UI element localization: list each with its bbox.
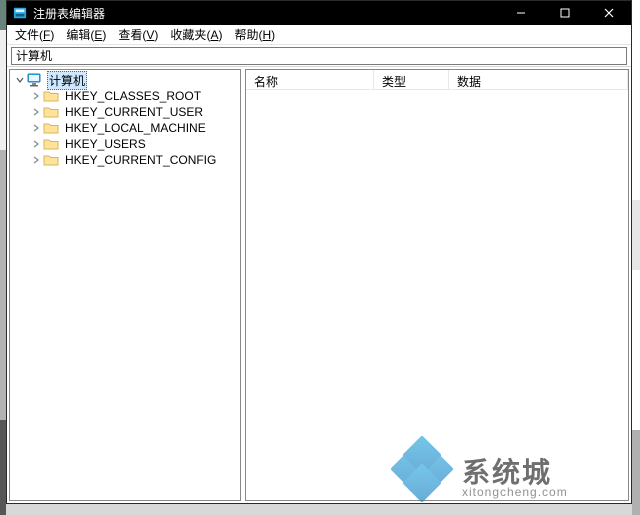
menu-help[interactable]: 帮助(H) bbox=[228, 24, 281, 45]
titlebar: 注册表编辑器 bbox=[7, 1, 631, 25]
tree-root[interactable]: 计算机 bbox=[10, 72, 240, 88]
list-body[interactable] bbox=[246, 90, 628, 500]
list-header: 名称 类型 数据 bbox=[246, 70, 628, 90]
tree-hive[interactable]: HKEY_USERS bbox=[26, 136, 240, 152]
maximize-button[interactable] bbox=[543, 1, 587, 25]
menu-edit[interactable]: 编辑(E) bbox=[60, 24, 112, 45]
app-icon bbox=[12, 5, 28, 21]
chevron-down-icon[interactable] bbox=[14, 74, 26, 86]
close-button[interactable] bbox=[587, 1, 631, 25]
registry-tree: 计算机 HKEY_CLASSES_ROOT HKEY_CURRENT_USER bbox=[10, 70, 240, 170]
tree-hive-label[interactable]: HKEY_CURRENT_CONFIG bbox=[63, 153, 218, 167]
minimize-button[interactable] bbox=[499, 1, 543, 25]
tree-pane[interactable]: 计算机 HKEY_CLASSES_ROOT HKEY_CURRENT_USER bbox=[9, 69, 241, 501]
address-input[interactable] bbox=[11, 47, 627, 65]
menubar: 文件(F) 编辑(E) 查看(V) 收藏夹(A) 帮助(H) bbox=[7, 25, 631, 45]
column-data[interactable]: 数据 bbox=[449, 70, 628, 89]
values-pane: 名称 类型 数据 bbox=[245, 69, 629, 501]
chevron-right-icon[interactable] bbox=[30, 122, 42, 134]
computer-icon bbox=[27, 73, 43, 87]
folder-icon bbox=[43, 153, 59, 167]
folder-icon bbox=[43, 105, 59, 119]
tree-hive-label[interactable]: HKEY_USERS bbox=[63, 137, 148, 151]
tree-hive[interactable]: HKEY_CURRENT_USER bbox=[26, 104, 240, 120]
tree-hive[interactable]: HKEY_LOCAL_MACHINE bbox=[26, 120, 240, 136]
window-title: 注册表编辑器 bbox=[33, 5, 105, 22]
menu-view[interactable]: 查看(V) bbox=[112, 24, 164, 45]
folder-icon bbox=[43, 89, 59, 103]
tree-hive[interactable]: HKEY_CLASSES_ROOT bbox=[26, 88, 240, 104]
column-type[interactable]: 类型 bbox=[374, 70, 449, 89]
chevron-right-icon[interactable] bbox=[30, 138, 42, 150]
regedit-window: 注册表编辑器 文件(F) 编辑(E) 查看(V) 收藏夹(A) 帮助(H) bbox=[6, 0, 632, 504]
chevron-right-icon[interactable] bbox=[30, 106, 42, 118]
tree-hive-label[interactable]: HKEY_CURRENT_USER bbox=[63, 105, 205, 119]
chevron-right-icon[interactable] bbox=[30, 154, 42, 166]
tree-hive-label[interactable]: HKEY_LOCAL_MACHINE bbox=[63, 121, 208, 135]
folder-icon bbox=[43, 137, 59, 151]
tree-root-children: HKEY_CLASSES_ROOT HKEY_CURRENT_USER HKEY… bbox=[10, 88, 240, 168]
client-area: 计算机 HKEY_CLASSES_ROOT HKEY_CURRENT_USER bbox=[7, 67, 631, 503]
menu-file[interactable]: 文件(F) bbox=[9, 24, 60, 45]
chevron-right-icon[interactable] bbox=[30, 90, 42, 102]
addressbar bbox=[7, 45, 631, 67]
column-name[interactable]: 名称 bbox=[246, 70, 374, 89]
menu-favorites[interactable]: 收藏夹(A) bbox=[164, 24, 228, 45]
tree-hive-label[interactable]: HKEY_CLASSES_ROOT bbox=[63, 89, 203, 103]
folder-icon bbox=[43, 121, 59, 135]
tree-root-label[interactable]: 计算机 bbox=[47, 71, 87, 90]
tree-hive[interactable]: HKEY_CURRENT_CONFIG bbox=[26, 152, 240, 168]
